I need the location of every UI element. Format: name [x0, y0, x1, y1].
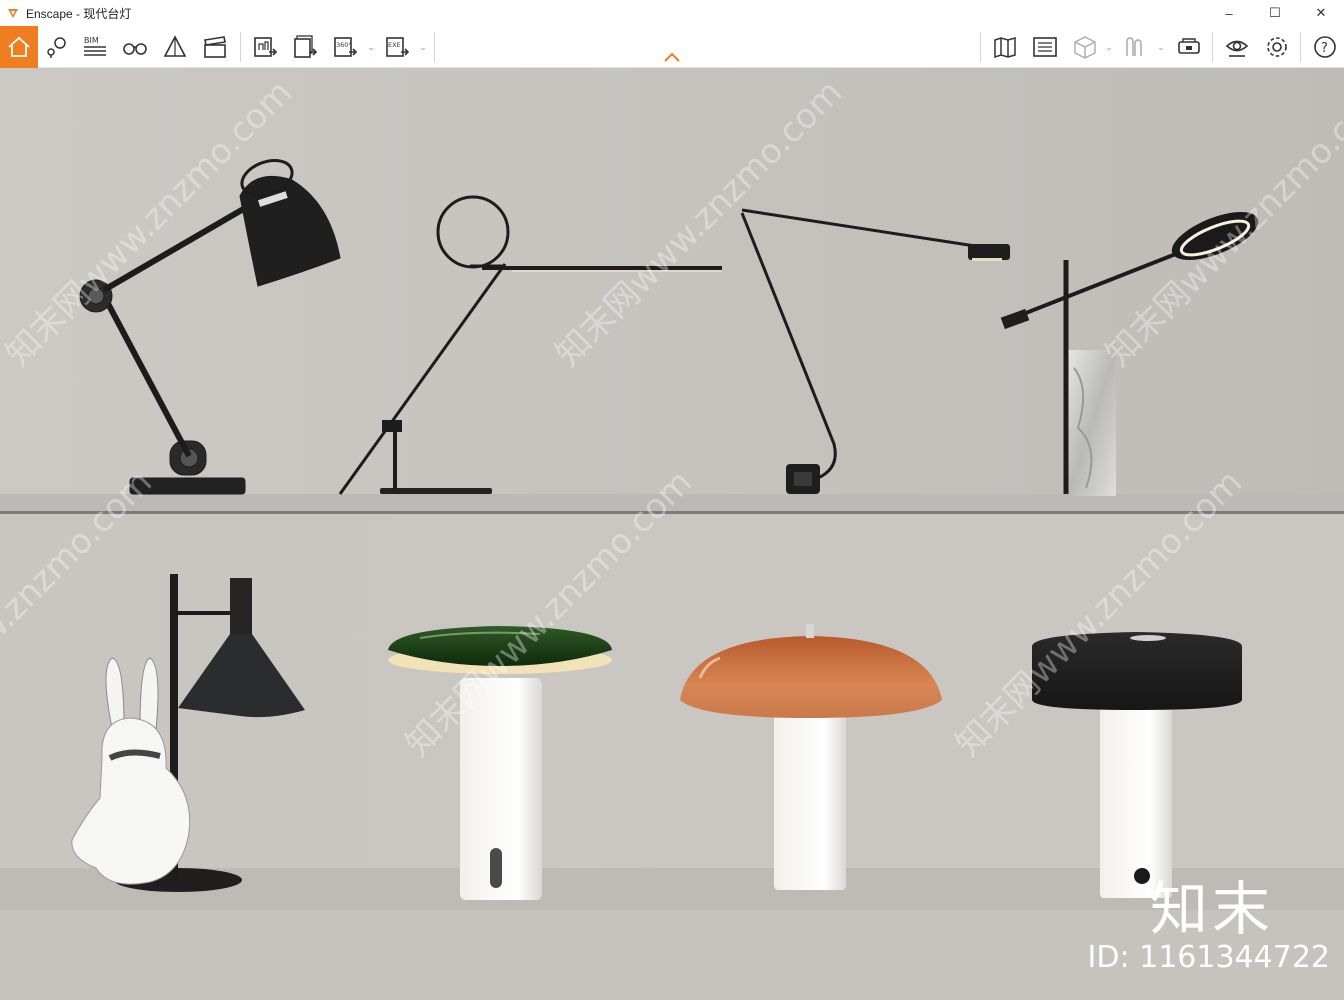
clapper-icon — [204, 36, 226, 58]
home-icon — [8, 36, 30, 57]
svg-text:BIM: BIM — [84, 36, 99, 45]
panorama-dropdown-caret[interactable]: ⌄ — [366, 26, 376, 68]
perspective-button[interactable] — [156, 26, 194, 68]
binoculars-button[interactable] — [116, 26, 154, 68]
bim-icon: BIM — [84, 36, 106, 56]
window-title: Enscape - 现代台灯 — [26, 6, 132, 21]
asset-dropdown-caret[interactable]: ⌄ — [1156, 26, 1166, 68]
batch-render-button[interactable] — [286, 26, 324, 68]
vr-headset-icon — [1178, 38, 1200, 54]
visual-settings-icon — [1225, 40, 1249, 57]
svg-text:EXE: EXE — [388, 41, 401, 49]
scene-render: 知末网www.znzmo.com 知末网www.znzmo.com 知末网www… — [0, 68, 1344, 1000]
home-button[interactable] — [0, 26, 38, 68]
collapse-toolbar-chevron-icon[interactable] — [662, 50, 682, 64]
close-button[interactable]: ✕ — [1298, 0, 1344, 26]
video-editor-button[interactable] — [196, 26, 234, 68]
settings-button[interactable] — [1258, 26, 1296, 68]
render-viewport[interactable]: 知末网www.znzmo.com 知末网www.znzmo.com 知末网www… — [0, 68, 1344, 1000]
vr-headset-button[interactable] — [1170, 26, 1208, 68]
svg-text:?: ? — [1321, 41, 1328, 56]
watermark-logo: 知末 — [1149, 875, 1274, 943]
cube-button[interactable] — [1066, 26, 1104, 68]
perspective-icon — [163, 35, 187, 57]
enscape-logo-icon — [8, 9, 18, 18]
cube-icon — [1074, 36, 1096, 59]
map-icon — [994, 37, 1016, 59]
asset-library-icon — [1126, 37, 1142, 56]
bim-button[interactable]: BIM — [76, 26, 114, 68]
export-exe-button[interactable]: EXE — [378, 26, 416, 68]
toolbar-separator — [1300, 32, 1301, 62]
svg-text:360°: 360° — [336, 41, 352, 49]
map-pin-icon — [47, 37, 66, 58]
help-icon: ? — [1314, 36, 1336, 58]
minimap-icon — [1033, 37, 1057, 57]
window-controls: – ☐ ✕ — [1206, 0, 1344, 26]
asset-id-label: ID: 1161344722 — [1087, 940, 1330, 975]
help-button[interactable]: ? — [1306, 26, 1344, 68]
asset-library-button[interactable] — [1116, 26, 1154, 68]
export-exe-icon: EXE — [386, 37, 410, 57]
panorama-button[interactable]: 360° — [326, 26, 364, 68]
batch-render-icon — [294, 35, 318, 58]
cube-dropdown-caret[interactable]: ⌄ — [1104, 26, 1114, 68]
screenshot-button[interactable] — [246, 26, 284, 68]
toolbar-separator — [980, 32, 981, 62]
map-button[interactable] — [986, 26, 1024, 68]
minimize-button[interactable]: – — [1206, 0, 1252, 26]
toolbar-separator — [1212, 32, 1213, 62]
export-dropdown-caret[interactable]: ⌄ — [418, 26, 428, 68]
title-bar: Enscape - 现代台灯 – ☐ ✕ — [0, 0, 1344, 26]
map-pin-button[interactable] — [38, 26, 76, 68]
panorama-360-icon: 360° — [334, 37, 358, 57]
binoculars-icon — [123, 43, 147, 55]
maximize-button[interactable]: ☐ — [1252, 0, 1298, 26]
toolbar-separator — [434, 32, 435, 62]
visual-settings-button[interactable] — [1218, 26, 1256, 68]
toolbar-separator — [240, 32, 241, 62]
minimap-button[interactable] — [1026, 26, 1064, 68]
settings-gear-icon — [1267, 37, 1287, 57]
render-screenshot-icon — [254, 37, 278, 57]
